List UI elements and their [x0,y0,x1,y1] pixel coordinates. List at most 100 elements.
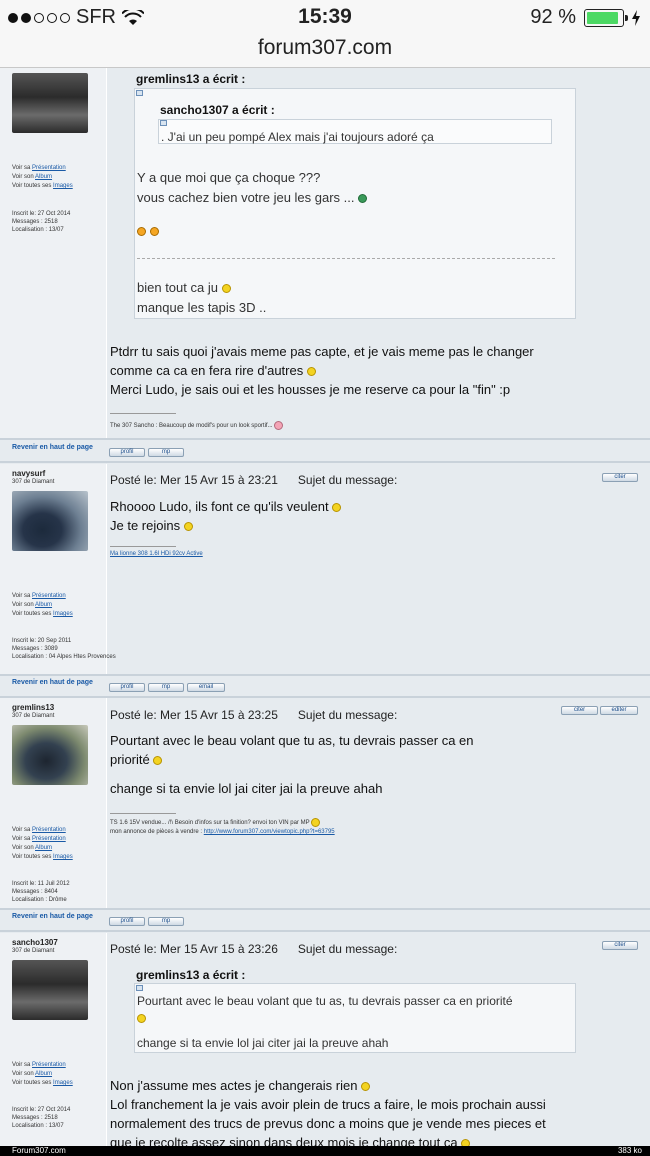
footer-page-size: 383 ko [617,1146,642,1155]
profile-button[interactable]: profil [109,917,145,926]
post-date: Posté le: Mer 15 Avr 15 à 23:26 [110,942,278,956]
smiley-icon [153,756,163,766]
arrow-smiley-icon [150,227,160,237]
url-bar[interactable]: forum307.com [0,34,650,68]
avatar [12,725,88,785]
quote-author: gremlins13 a écrit : [136,72,246,86]
profile-links: Voir sa Présentation Voir son Album Voir… [12,1062,73,1086]
back-to-top-link[interactable]: Revenir en haut de page [12,678,93,687]
forum-thread: Voir sa Présentation Voir son Album Voir… [0,68,650,1146]
signature: The 307 Sancho : Beaucoup de modif's pou… [110,421,284,431]
signature-line [110,546,176,547]
post-separator [0,438,650,440]
post-body [107,698,650,910]
post-author-panel: gremlins13 307 de Diamant [0,698,107,910]
pm-button[interactable]: mp [148,917,184,926]
post-author-panel [0,68,107,440]
post-header: Posté le: Mer 15 Avr 15 à 23:26 Sujet du … [110,942,397,956]
footer-site-name: Forum307.com [12,1146,66,1155]
pm-button[interactable]: mp [148,448,184,457]
presentation-link[interactable]: Présentation [32,827,66,833]
profile-links: Voir sa Présentation Voir son Album Voir… [12,593,73,617]
album-link[interactable]: Album [35,1071,52,1077]
email-button[interactable]: email [187,683,225,692]
post-body [107,464,650,674]
images-link[interactable]: Images [53,854,73,860]
edit-button[interactable]: editer [600,706,638,715]
post-separator [0,908,650,910]
post-header: Posté le: Mer 15 Avr 15 à 23:21 Sujet du … [110,473,397,487]
username[interactable]: gremlins13 [12,703,102,712]
presentation-link[interactable]: Présentation [32,165,66,171]
page-footer: Forum307.com 383 ko [0,1146,650,1156]
post-subject-label: Sujet du message: [297,473,398,487]
signature-line [110,413,176,414]
post-header: Posté le: Mer 15 Avr 15 à 23:25 Sujet du … [110,708,397,722]
smiley-icon [137,1014,146,1024]
quote-button[interactable]: citer [602,473,638,482]
images-link[interactable]: Images [53,183,73,189]
post-separator [0,674,650,676]
profile-button[interactable]: profil [109,683,145,692]
signature-line [110,813,176,814]
arrow-smileys [137,223,160,241]
pm-button[interactable]: mp [148,683,184,692]
smiley-icon [183,522,193,532]
battery-status: 92 % [530,6,640,29]
user-info: Inscrit le: 11 Juil 2012 Messages : 8404 L… [12,881,70,903]
signature: TS 1.6 15V vendue... /!\ Besoin d'infos … [110,818,335,837]
arrow-smiley-icon [137,227,146,237]
profile-links: Voir sa Présentation Voir sa Présentatio… [12,827,73,860]
quote-icon [136,985,143,991]
signature: Ma lionne 308 1.6l HDi 92cv Active [110,550,203,559]
profile-button[interactable]: profil [109,448,145,457]
images-link[interactable]: Images [53,1080,73,1086]
post-message: Rhoooo Ludo, ils font ce qu'ils veulent … [110,497,342,535]
sale-ad-link[interactable]: http://www.forum307.com/viewtopic.php?t=… [204,829,335,835]
album-link[interactable]: Album [35,174,52,180]
post-separator [0,461,650,463]
album-link[interactable]: Album [35,845,52,851]
quote-divider [137,258,555,259]
profile-links: Voir sa Présentation Voir son Album Voir… [12,165,73,189]
quote-text: Y a que moi que ça choque ??? vous cache… [137,168,368,208]
presentation-link[interactable]: Présentation [32,593,66,599]
url-text: forum307.com [257,36,393,59]
user-info: Inscrit le: 20 Sep 2011 Messages : 3089 Lo… [12,638,116,660]
avatar [12,491,88,551]
smiley-icon [461,1139,471,1146]
smiley-icon [306,367,316,377]
post-subject-label: Sujet du message: [297,942,398,956]
post-message: Non j'assume mes actes je changerais rie… [110,1076,546,1146]
quote-author: gremlins13 a écrit : [136,968,246,982]
album-link[interactable]: Album [35,602,52,608]
presentation-link[interactable]: Présentation [32,1062,66,1068]
quote-button[interactable]: citer [602,941,638,950]
back-to-top-link[interactable]: Revenir en haut de page [12,912,93,921]
quote-button[interactable]: citer [561,706,598,715]
smiley-icon [358,194,368,204]
smiley-icon [332,503,342,513]
quote-text: bien tout ca ju manque les tapis 3D .. [137,280,267,315]
username[interactable]: navysurf [12,469,102,478]
user-info: Inscrit le: 27 Oct 2014 Messages : 2518 Lo… [12,211,71,233]
username[interactable]: sancho1307 [12,938,102,947]
images-link[interactable]: Images [53,611,73,617]
smiley-icon [221,284,231,294]
user-info: Inscrit le: 27 Oct 2014 Messages : 2518 Lo… [12,1107,71,1129]
signature-link[interactable]: Ma lionne 308 1.6l HDi 92cv Active [110,551,203,557]
presentation-link[interactable]: Présentation [32,836,66,842]
quote-icon [136,90,143,96]
post-subject-label: Sujet du message: [297,708,398,722]
back-to-top-link[interactable]: Revenir en haut de page [12,443,93,452]
charging-icon [632,9,640,26]
post-date: Posté le: Mer 15 Avr 15 à 23:21 [110,473,278,487]
post-message: Pourtant avec le beau volant que tu as, … [110,733,474,796]
smiley-icon [311,818,321,827]
user-rank: 307 de Diamant [12,479,55,485]
avatar [12,73,88,133]
smiley-icon [361,1082,371,1092]
battery-percent: 92 % [530,6,576,28]
nested-quote-text: . J'ai un peu pompé Alex mais j'ai toujo… [161,130,434,144]
quote-text: Pourtant avec le beau volant que tu as, … [137,994,513,1050]
